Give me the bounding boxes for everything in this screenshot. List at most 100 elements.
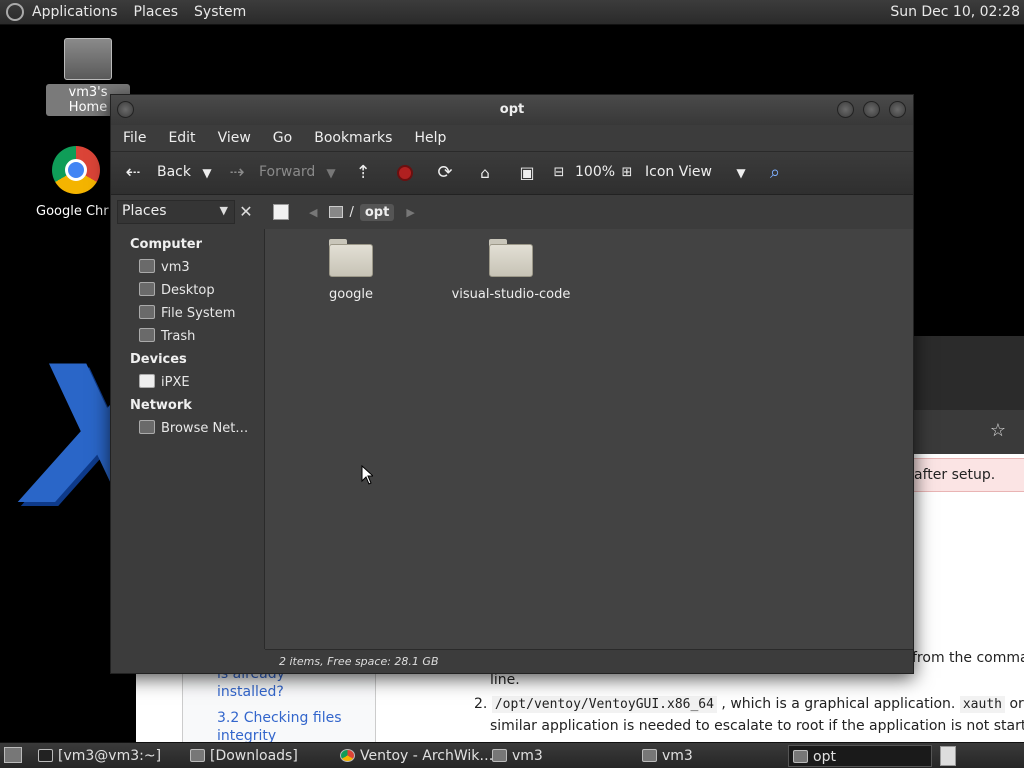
close-sidebar-icon[interactable]: ✕ xyxy=(235,201,257,223)
toc-item-3-2[interactable]: 3.2 Checking files integrity xyxy=(217,709,347,742)
menu-help[interactable]: Help xyxy=(414,130,446,146)
menu-edit[interactable]: Edit xyxy=(168,130,195,146)
filesystem-root-icon[interactable] xyxy=(329,206,344,218)
search-icon[interactable]: ⌕ xyxy=(763,161,787,185)
zoom-out-icon[interactable]: ⊟ xyxy=(547,161,571,185)
forward-arrow-icon[interactable]: ⇢ xyxy=(225,161,249,185)
places-sidebar: Computer vm3 Desktop File System Trash D… xyxy=(111,229,265,649)
breadcrumb-right-icon[interactable]: ▶ xyxy=(406,206,414,219)
file-item-google[interactable]: google xyxy=(281,239,421,302)
trash-icon xyxy=(139,328,155,342)
back-history-dropdown-icon[interactable]: ▼ xyxy=(195,161,219,185)
location-bar: Places ▼ ✕ ◀ / opt ▶ xyxy=(111,195,913,229)
task-label: [vm3@vm3:~] xyxy=(58,748,162,764)
body-text-line2: line. xyxy=(490,672,520,688)
list-item-2: 2. /opt/ventoy/VentoyGUI.x86_64 , which … xyxy=(474,696,1024,713)
breadcrumb-separator: / xyxy=(349,204,354,220)
mouse-cursor-icon xyxy=(361,465,373,485)
sidebar-item-label: vm3 xyxy=(161,260,190,275)
text-after-code2: or a xyxy=(1009,696,1024,712)
zoom-in-icon[interactable]: ⊞ xyxy=(615,161,639,185)
file-name: google xyxy=(328,287,374,302)
sidebar-item-ipxe[interactable]: iPXE xyxy=(111,371,264,394)
file-item-visual-studio-code[interactable]: visual-studio-code xyxy=(441,239,581,302)
menu-view[interactable]: View xyxy=(218,130,251,146)
menu-logo-icon[interactable] xyxy=(6,3,24,21)
file-view[interactable]: google visual-studio-code xyxy=(265,229,913,649)
edit-location-icon[interactable] xyxy=(273,204,289,220)
window-title: opt xyxy=(499,102,525,117)
up-arrow-icon[interactable]: ⇡ xyxy=(351,161,375,185)
optical-drive-icon xyxy=(139,374,155,388)
task-vm3-1[interactable]: vm3 xyxy=(488,745,632,767)
menu-go[interactable]: Go xyxy=(273,130,292,146)
clock[interactable]: Sun Dec 10, 02:28 xyxy=(890,4,1020,20)
view-mode-select[interactable]: Icon View xyxy=(645,164,712,180)
task-vm3-2[interactable]: vm3 xyxy=(638,745,782,767)
body-text-line1: from the comman xyxy=(912,650,1024,666)
menu-bar: File Edit View Go Bookmarks Help xyxy=(111,125,913,151)
task-downloads[interactable]: [Downloads] xyxy=(186,745,330,767)
maximize-button[interactable] xyxy=(863,101,880,118)
task-opt[interactable]: opt xyxy=(788,745,932,767)
breadcrumb-left-icon[interactable]: ◀ xyxy=(309,206,317,219)
breadcrumb-opt[interactable]: opt xyxy=(359,203,395,221)
home-folder-icon xyxy=(64,38,112,80)
task-label: vm3 xyxy=(512,748,543,764)
minimize-button[interactable] xyxy=(837,101,854,118)
toolbar: ⇠ Back ▼ ⇢ Forward ▼ ⇡ ⟳ ⌂ ▣ ⊟ 100% ⊞ Ic… xyxy=(111,151,913,195)
computer-icon[interactable]: ▣ xyxy=(515,161,539,185)
body-text-line4: similar application is needed to escalat… xyxy=(490,718,1024,734)
code-xauth: xauth xyxy=(959,696,1005,713)
sidebar-item-browse-network[interactable]: Browse Net… xyxy=(111,417,264,440)
forward-history-dropdown-icon[interactable]: ▼ xyxy=(319,161,343,185)
home-folder-icon xyxy=(139,259,155,273)
back-arrow-icon[interactable]: ⇠ xyxy=(121,161,145,185)
sidebar-item-label: Trash xyxy=(161,329,196,344)
sidebar-item-label: File System xyxy=(161,306,236,321)
sidebar-item-label: Desktop xyxy=(161,283,215,298)
drive-icon xyxy=(139,305,155,319)
sidebar-section-computer: Computer xyxy=(130,237,203,252)
sidebar-item-label: iPXE xyxy=(161,375,190,390)
network-icon xyxy=(139,420,155,434)
window-titlebar[interactable]: opt xyxy=(111,95,913,125)
menu-file[interactable]: File xyxy=(123,130,146,146)
list-number: 2. xyxy=(474,696,488,712)
places-menu[interactable]: Places xyxy=(134,4,179,20)
show-desktop-icon[interactable] xyxy=(4,747,22,763)
window-menu-icon[interactable] xyxy=(117,101,134,118)
task-terminal[interactable]: [vm3@vm3:~] xyxy=(34,745,180,767)
home-folder-icon xyxy=(492,749,507,762)
back-button[interactable]: Back xyxy=(157,164,191,180)
applications-menu[interactable]: Applications xyxy=(32,4,118,20)
chrome-desktop-icon[interactable]: Google Chr xyxy=(36,146,116,219)
stop-icon[interactable] xyxy=(393,161,417,185)
forward-button[interactable]: Forward xyxy=(259,164,315,180)
task-label: [Downloads] xyxy=(210,748,298,764)
bottom-taskbar: [vm3@vm3:~] [Downloads] Ventoy - ArchWik… xyxy=(0,742,1024,768)
bookmark-star-icon[interactable]: ☆ xyxy=(990,420,1006,441)
sidebar-item-file-system[interactable]: File System xyxy=(111,302,264,325)
system-menu[interactable]: System xyxy=(194,4,246,20)
chrome-icon-label: Google Chr xyxy=(36,204,109,219)
sidebar-section-devices: Devices xyxy=(130,352,187,367)
sidebar-places-select[interactable]: Places ▼ xyxy=(117,200,235,224)
sidebar-item-vm3[interactable]: vm3 xyxy=(111,256,264,279)
folder-icon xyxy=(329,239,373,277)
terminal-icon xyxy=(38,749,53,762)
sidebar-item-desktop[interactable]: Desktop xyxy=(111,279,264,302)
text-after-code1: , which is a graphical application. xyxy=(721,696,956,712)
sidebar-item-trash[interactable]: Trash xyxy=(111,325,264,348)
task-label: opt xyxy=(813,749,836,765)
view-mode-dropdown-icon[interactable]: ▼ xyxy=(729,161,753,185)
folder-icon xyxy=(793,750,808,763)
sidebar-item-label: Browse Net… xyxy=(161,421,249,436)
task-chrome[interactable]: Ventoy - ArchWik… xyxy=(336,745,493,767)
close-button[interactable] xyxy=(889,101,906,118)
workspace-switcher-icon[interactable] xyxy=(940,746,956,766)
file-manager-window[interactable]: opt File Edit View Go Bookmarks Help ⇠ B… xyxy=(110,94,914,674)
reload-icon[interactable]: ⟳ xyxy=(433,161,457,185)
menu-bookmarks[interactable]: Bookmarks xyxy=(314,130,392,146)
home-icon[interactable]: ⌂ xyxy=(473,161,497,185)
